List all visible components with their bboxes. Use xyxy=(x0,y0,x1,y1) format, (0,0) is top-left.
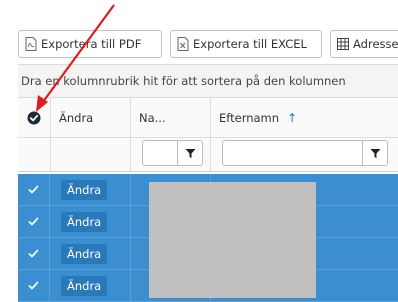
export-excel-button[interactable]: Exportera till EXCEL xyxy=(170,30,322,58)
column-header-edit[interactable]: Ändra xyxy=(51,98,131,138)
row-checkbox[interactable] xyxy=(18,238,50,269)
row-checkbox[interactable] xyxy=(18,270,50,301)
column-divider xyxy=(130,270,131,301)
filter-cell-select xyxy=(18,138,51,172)
filter-cell-firstname xyxy=(131,138,211,172)
select-all-header xyxy=(18,98,51,138)
select-all-checkbox[interactable] xyxy=(27,111,41,125)
checkmark-icon xyxy=(28,249,39,258)
checkmark-icon xyxy=(28,185,39,194)
grid-table-icon xyxy=(337,38,349,50)
column-divider xyxy=(130,174,131,205)
address-button[interactable]: Adresse xyxy=(330,30,398,58)
column-header-firstname[interactable]: Na... xyxy=(131,98,211,138)
edit-row-button[interactable]: Ändra xyxy=(61,244,108,264)
column-divider xyxy=(130,206,131,237)
export-excel-label: Exportera till EXCEL xyxy=(193,37,307,51)
column-header-firstname-label: Na... xyxy=(139,110,166,125)
checkmark-icon xyxy=(28,217,39,226)
lastname-filter-input[interactable] xyxy=(222,140,388,166)
sort-ascending-icon: ↑ xyxy=(287,110,298,125)
row-checkbox[interactable] xyxy=(18,174,50,205)
firstname-filter-button[interactable] xyxy=(177,141,202,165)
export-pdf-button[interactable]: Exportera till PDF xyxy=(18,30,162,58)
column-divider xyxy=(130,238,131,269)
firstname-filter-input[interactable] xyxy=(142,140,203,166)
checkmark-icon xyxy=(28,281,39,290)
address-label: Adresse xyxy=(353,37,398,51)
export-toolbar: Exportera till PDF Exportera till EXCEL … xyxy=(18,30,398,60)
column-header-edit-label: Ändra xyxy=(59,110,94,125)
pdf-file-icon xyxy=(25,37,37,51)
filter-cell-lastname xyxy=(211,138,398,172)
group-drop-area[interactable]: Dra en kolumnrubrik hit för att sortera … xyxy=(18,64,398,98)
redacted-block xyxy=(149,182,316,298)
group-hint-text: Dra en kolumnrubrik hit för att sortera … xyxy=(21,74,346,88)
edit-row-button[interactable]: Ändra xyxy=(61,180,108,200)
funnel-filter-icon xyxy=(370,148,380,158)
export-pdf-label: Exportera till PDF xyxy=(41,37,142,51)
edit-row-button[interactable]: Ändra xyxy=(61,276,108,296)
edit-row-button[interactable]: Ändra xyxy=(61,212,108,232)
funnel-filter-icon xyxy=(185,148,195,158)
column-header-lastname-label: Efternamn xyxy=(219,110,280,125)
excel-file-icon xyxy=(177,37,189,51)
lastname-filter-button[interactable] xyxy=(362,141,387,165)
filter-cell-edit xyxy=(51,138,131,172)
column-header-lastname[interactable]: Efternamn ↑ xyxy=(211,98,398,138)
row-checkbox[interactable] xyxy=(18,206,50,237)
